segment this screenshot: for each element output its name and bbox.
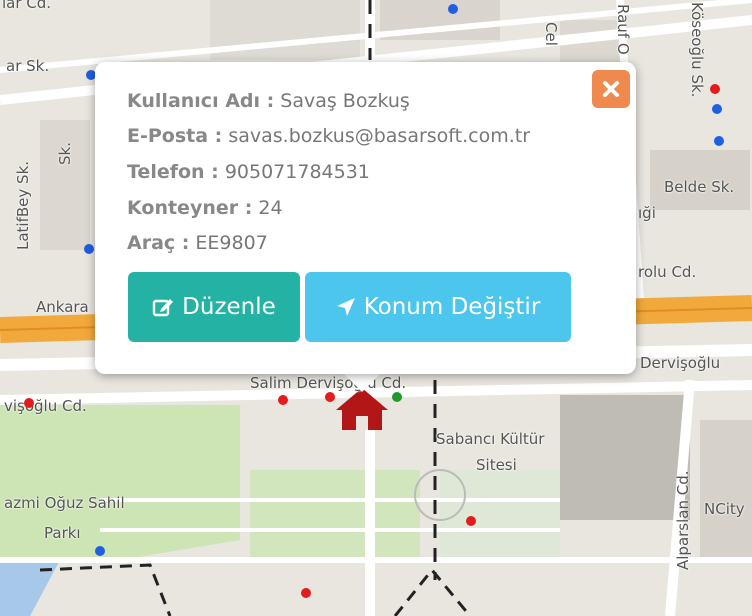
phone-value: 905071784531 xyxy=(224,161,370,183)
username-label: Kullanıcı Adı : xyxy=(127,90,275,112)
street-label: Köseoğlu Sk. xyxy=(688,2,706,98)
vehicle-label: Araç : xyxy=(127,232,190,254)
close-button[interactable] xyxy=(592,70,630,108)
vehicle-row: Araç : EE9807 xyxy=(127,232,268,254)
street-label: Ankara xyxy=(36,298,89,316)
street-label: Dervişoğlu xyxy=(640,354,721,372)
street-label: Belde Sk. xyxy=(664,178,735,196)
street-label: Cel xyxy=(542,22,560,46)
street-label: azmi Oğuz Sahil xyxy=(4,494,125,512)
email-value: savas.bozkus@basarsoft.com.tr xyxy=(228,125,531,147)
map-marker[interactable] xyxy=(392,392,402,402)
phone-label: Telefon : xyxy=(127,161,219,183)
map-marker[interactable] xyxy=(448,4,458,14)
container-label: Konteyner : xyxy=(127,197,253,219)
map-marker[interactable] xyxy=(710,84,720,94)
map-marker[interactable] xyxy=(712,104,722,114)
change-location-label: Konum Değiştir xyxy=(363,294,541,320)
username-row: Kullanıcı Adı : Savaş Bozkuş xyxy=(127,90,410,112)
street-label: Rauf O xyxy=(614,4,632,55)
container-value: 24 xyxy=(258,197,283,219)
street-label: lar Cd. xyxy=(2,0,52,12)
edit-button-label: Düzenle xyxy=(182,294,276,320)
email-row: E-Posta : savas.bozkus@basarsoft.com.tr xyxy=(127,125,530,147)
username-value: Savaş Bozkuş xyxy=(280,90,410,112)
map-marker[interactable] xyxy=(714,136,724,146)
map-marker[interactable] xyxy=(24,398,34,408)
location-arrow-icon xyxy=(336,298,355,316)
user-info-popup: Kullanıcı Adı : Savaş Bozkuş E-Posta : s… xyxy=(95,62,636,374)
street-label: Alparslan Cd. xyxy=(674,470,692,570)
street-label: Parkı xyxy=(44,524,81,542)
email-label: E-Posta : xyxy=(127,125,223,147)
street-label: Sitesi xyxy=(476,456,517,474)
map-marker[interactable] xyxy=(466,516,476,526)
close-icon xyxy=(603,81,619,97)
change-location-button[interactable]: Konum Değiştir xyxy=(305,272,571,342)
phone-row: Telefon : 905071784531 xyxy=(127,161,370,183)
map-marker[interactable] xyxy=(84,244,94,254)
container-row: Konteyner : 24 xyxy=(127,197,283,219)
street-label: LatifBey Sk. xyxy=(14,160,32,250)
map-marker[interactable] xyxy=(278,395,288,405)
map-marker[interactable] xyxy=(325,392,335,402)
street-label: ar Sk. xyxy=(6,57,50,75)
vehicle-value: EE9807 xyxy=(195,232,268,254)
edit-button[interactable]: Düzenle xyxy=(128,272,300,342)
edit-icon xyxy=(152,299,174,317)
street-label: rolu Cd. xyxy=(638,263,697,281)
street-label: Sabancı Kültür xyxy=(436,430,545,448)
street-label: ıği xyxy=(638,204,656,222)
street-label: vişoğlu Cd. xyxy=(4,397,87,415)
street-label: Sk. xyxy=(56,142,74,165)
map-marker[interactable] xyxy=(95,546,105,556)
map-marker[interactable] xyxy=(301,588,311,598)
street-label: NCity xyxy=(704,500,745,518)
